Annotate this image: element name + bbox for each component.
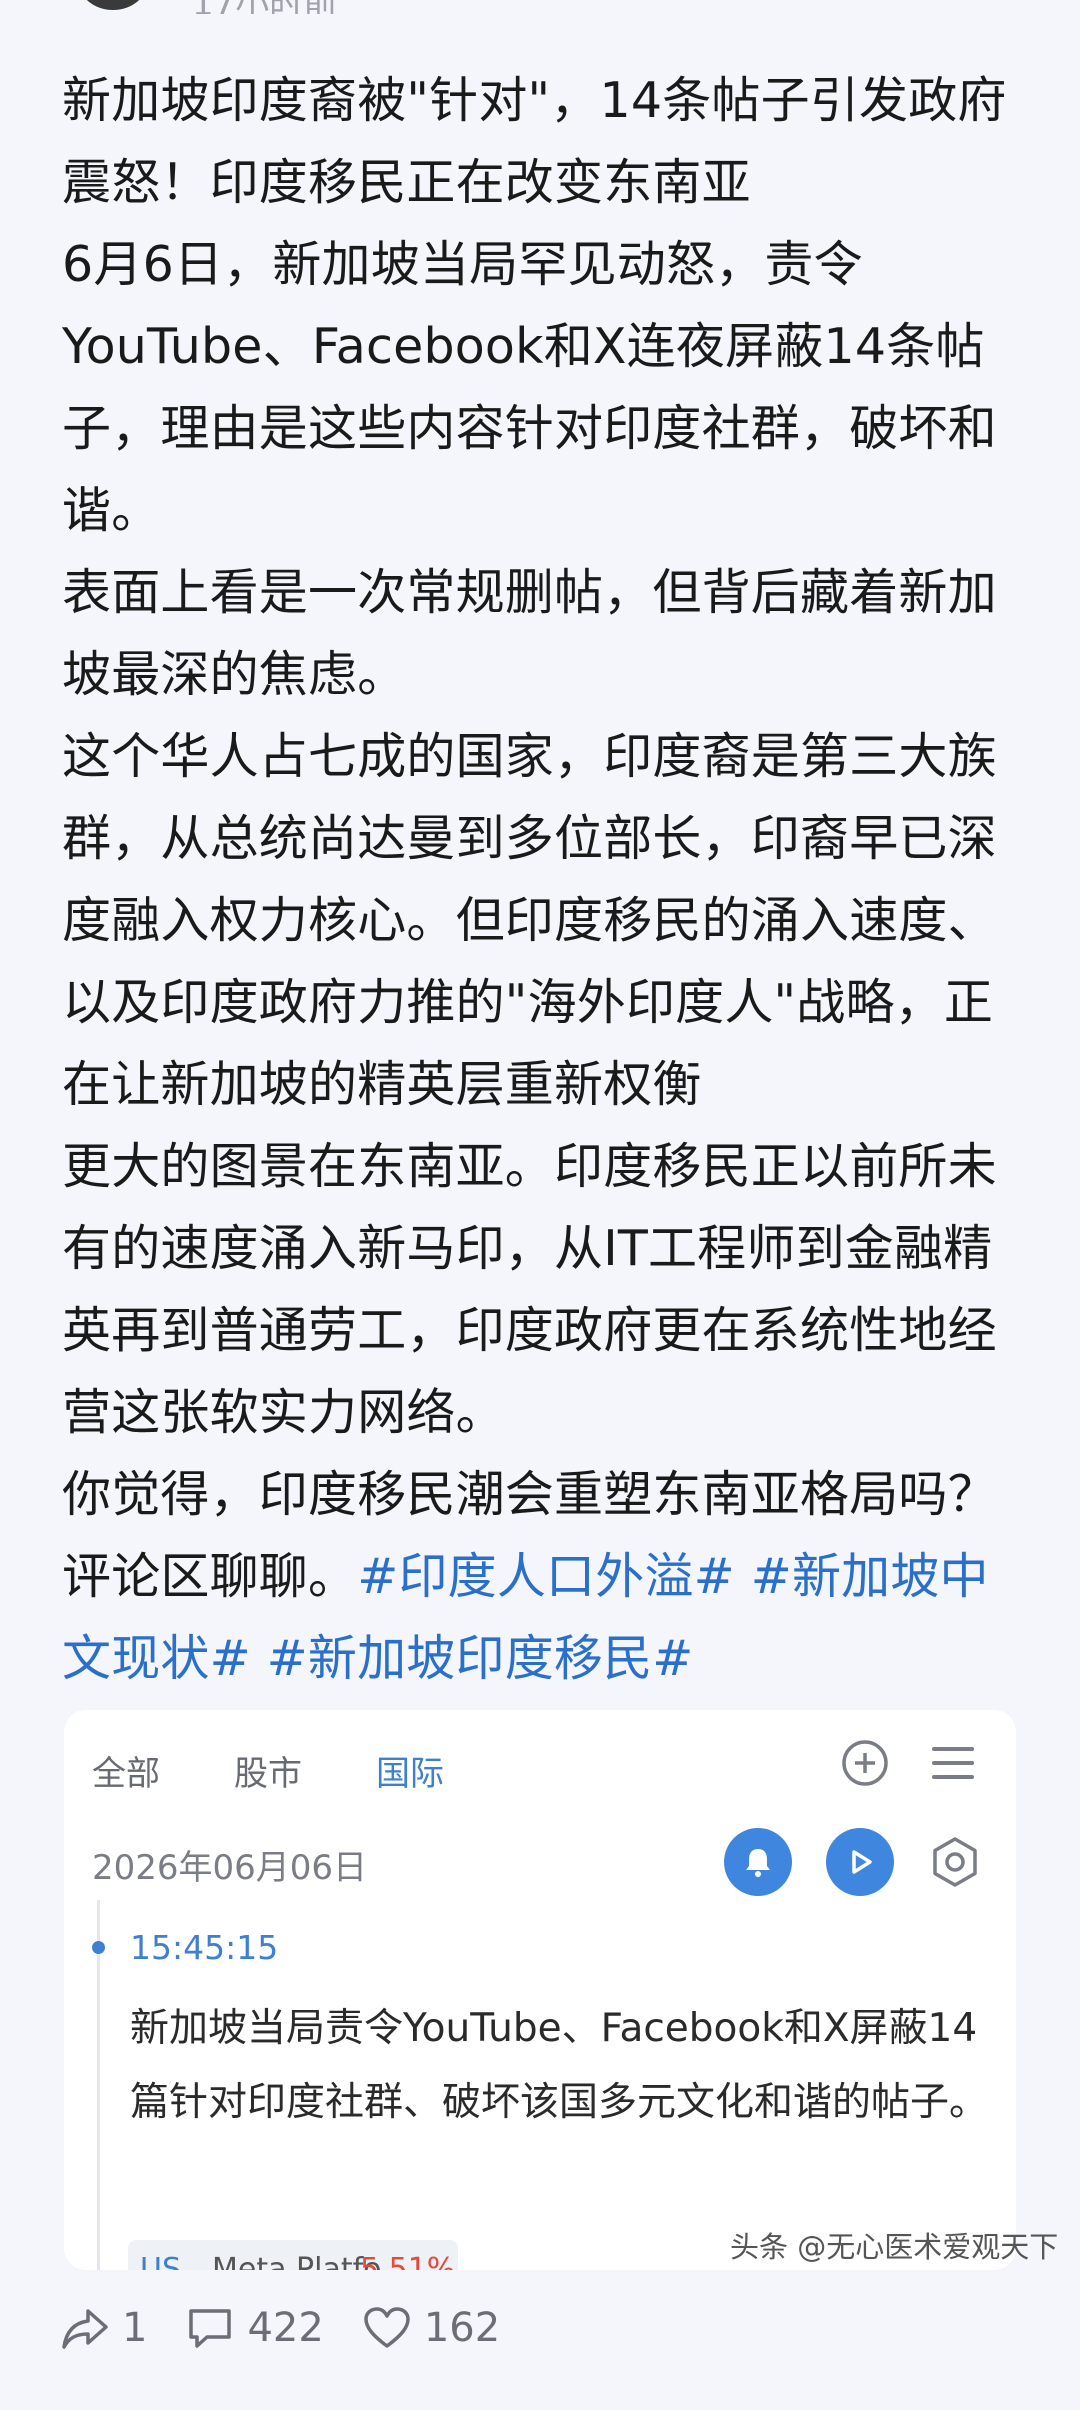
tab-international[interactable]: 国际 — [376, 1746, 444, 1795]
stock-chip[interactable]: US Meta Platfo... 5.51% — [128, 2240, 458, 2270]
share-count: 1 — [122, 2305, 148, 2351]
author-header-cut: 17小时前 — [0, 0, 1080, 14]
hashtag-link[interactable]: #新加坡印度移民# — [267, 1630, 694, 1687]
post-body: 新加坡印度裔被"针对"，14条帖子引发政府震怒！印度移民正在改变东南亚 6月6日… — [62, 60, 1022, 1700]
stock-change: 5.51% — [360, 2252, 456, 2270]
play-icon[interactable] — [826, 1828, 894, 1896]
news-time: 15:45:15 — [130, 1928, 279, 1967]
share-button[interactable]: 1 — [60, 2305, 147, 2351]
post-paragraph: 6月6日，新加坡当局罕见动怒，责令YouTube、Facebook和X连夜屏蔽1… — [62, 236, 997, 539]
timeline-line — [97, 1900, 100, 2270]
post-paragraph-last: 你觉得，印度移民潮会重塑东南亚格局吗？评论区聊聊。#印度人口外溢# #新加坡中文… — [62, 1454, 1022, 1700]
news-card[interactable]: 全部 股市 国际 2026年06月06日 15:45:15 新加坡当局责令You… — [64, 1710, 1016, 2270]
avatar[interactable] — [78, 0, 148, 10]
comment-count: 422 — [247, 2305, 324, 2351]
hashtag-link[interactable]: #印度人口外溢# — [357, 1548, 735, 1605]
like-button[interactable]: 162 — [362, 2305, 500, 2351]
news-date: 2026年06月06日 — [92, 1848, 368, 1888]
card-tabs: 全部 股市 国际 — [92, 1746, 518, 1795]
settings-hex-icon[interactable] — [928, 1835, 982, 1889]
post-paragraph: 这个华人占七成的国家，印度裔是第三大族群，从总统尚达曼到多位部长，印裔早已深度融… — [62, 728, 997, 1113]
share-icon — [62, 2309, 108, 2349]
add-circle-icon[interactable] — [838, 1736, 892, 1790]
like-count: 162 — [423, 2305, 501, 2351]
comment-button[interactable]: 422 — [185, 2305, 324, 2351]
post-time: 17小时前 — [192, 0, 337, 14]
date-row-icons — [724, 1828, 982, 1896]
post-paragraph: 新加坡印度裔被"针对"，14条帖子引发政府震怒！印度移民正在改变东南亚 — [62, 72, 1007, 211]
post-paragraph: 更大的图景在东南亚。印度移民正以前所未有的速度涌入新马印，从IT工程师到金融精英… — [62, 1138, 997, 1441]
stock-code: US — [140, 2252, 182, 2270]
comment-icon — [189, 2309, 232, 2348]
card-tab-icons — [838, 1736, 980, 1790]
tab-stocks[interactable]: 股市 — [234, 1746, 302, 1795]
menu-icon[interactable] — [926, 1736, 980, 1790]
bell-icon[interactable] — [724, 1828, 792, 1896]
tab-all[interactable]: 全部 — [92, 1746, 160, 1795]
post-paragraph: 表面上看是一次常规删帖，但背后藏着新加坡最深的焦虑。 — [62, 564, 997, 703]
timeline-dot — [92, 1941, 105, 1954]
action-bar: 1 422 162 — [60, 2305, 538, 2351]
heart-icon — [364, 2307, 410, 2348]
watermark: 头条 @无心医术爱观天下 — [730, 2230, 1059, 2264]
post-page: 17小时前 新加坡印度裔被"针对"，14条帖子引发政府震怒！印度移民正在改变东南… — [0, 0, 1080, 2410]
news-text[interactable]: 新加坡当局责令YouTube、Facebook和X屏蔽14篇针对印度社群、破坏该… — [130, 1992, 990, 2140]
